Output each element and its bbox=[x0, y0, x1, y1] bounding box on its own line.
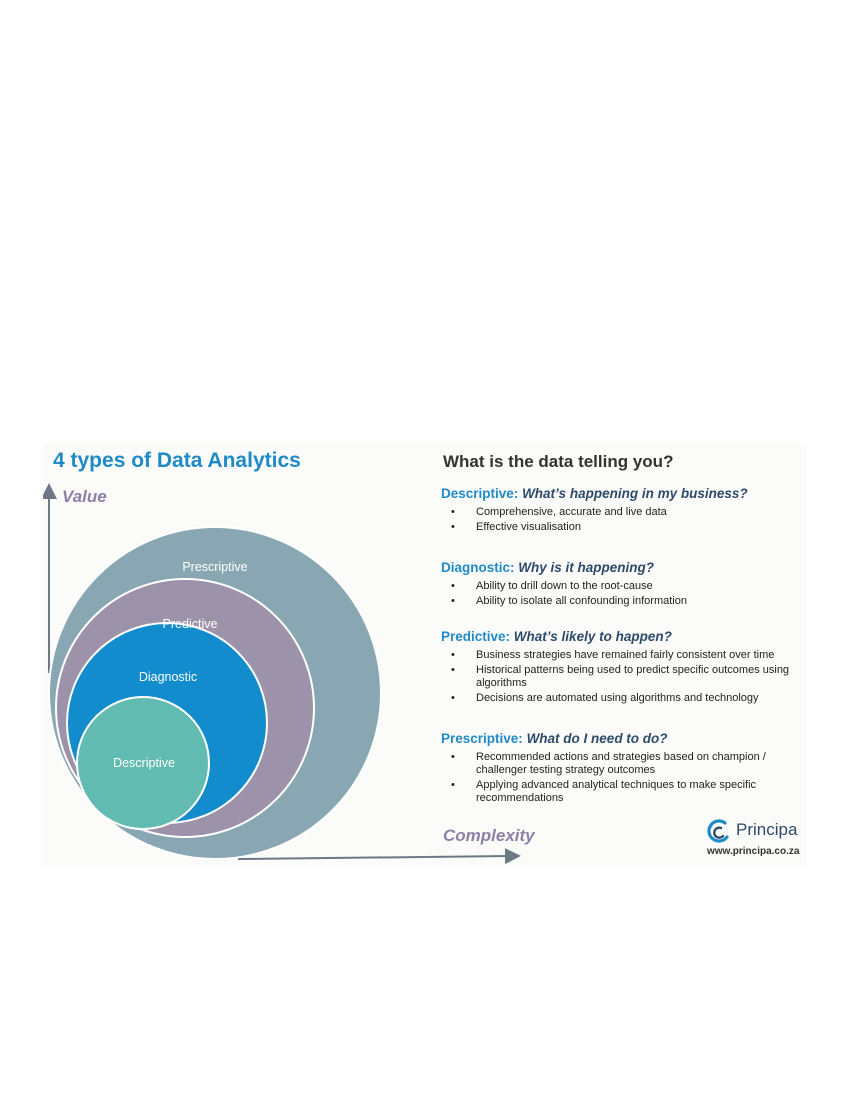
list-item: Applying advanced analytical techniques … bbox=[441, 779, 801, 805]
section-question: What do I need to do? bbox=[526, 731, 668, 746]
bullet-list: Ability to drill down to the root-cause … bbox=[441, 580, 801, 608]
section-question: Why is it happening? bbox=[518, 560, 655, 575]
list-item: Ability to drill down to the root-cause bbox=[441, 580, 801, 593]
list-item: Comprehensive, accurate and live data bbox=[441, 506, 801, 519]
list-item: Effective visualisation bbox=[441, 521, 801, 534]
section-question: What’s likely to happen? bbox=[513, 629, 672, 644]
value-axis-label: Value bbox=[62, 487, 107, 506]
complexity-axis-arrow bbox=[237, 848, 521, 865]
circle-label-prescriptive: Prescriptive bbox=[182, 560, 247, 574]
list-item: Ability to isolate all confounding infor… bbox=[441, 595, 801, 608]
section-name: Diagnostic: bbox=[441, 560, 515, 575]
bullet-list: Comprehensive, accurate and live data Ef… bbox=[441, 506, 801, 534]
section-name: Descriptive: bbox=[441, 486, 519, 501]
principa-logo: Principa www.principa.co.za bbox=[707, 819, 803, 861]
list-item: Historical patterns being used to predic… bbox=[441, 664, 801, 690]
list-item: Recommended actions and strategies based… bbox=[441, 751, 801, 777]
section-heading: Descriptive: What’s happening in my busi… bbox=[441, 486, 801, 501]
logo-name: Principa bbox=[736, 820, 798, 839]
section-question: What’s happening in my business? bbox=[522, 486, 748, 501]
section-name: Predictive: bbox=[441, 629, 511, 644]
logo-url: www.principa.co.za bbox=[707, 846, 800, 857]
circle-label-descriptive: Descriptive bbox=[113, 756, 175, 770]
bullet-list: Business strategies have remained fairly… bbox=[441, 649, 801, 705]
complexity-axis-label: Complexity bbox=[443, 826, 535, 845]
section-predictive: Predictive: What’s likely to happen? Bus… bbox=[441, 629, 801, 707]
section-heading: Prescriptive: What do I need to do? bbox=[441, 731, 801, 746]
circle-label-diagnostic: Diagnostic bbox=[139, 670, 197, 684]
section-diagnostic: Diagnostic: Why is it happening? Ability… bbox=[441, 560, 801, 610]
section-descriptive: Descriptive: What’s happening in my busi… bbox=[441, 486, 801, 536]
analytics-slide: 4 types of Data Analytics Prescriptive P… bbox=[43, 443, 807, 867]
bullet-list: Recommended actions and strategies based… bbox=[441, 751, 801, 805]
principa-swirl-icon bbox=[707, 819, 729, 843]
right-title: What is the data telling you? bbox=[443, 452, 674, 471]
section-name: Prescriptive: bbox=[441, 731, 523, 746]
circle-label-predictive: Predictive bbox=[163, 617, 218, 631]
section-heading: Diagnostic: Why is it happening? bbox=[441, 560, 801, 575]
section-heading: Predictive: What’s likely to happen? bbox=[441, 629, 801, 644]
section-prescriptive: Prescriptive: What do I need to do? Reco… bbox=[441, 731, 801, 807]
list-item: Decisions are automated using algorithms… bbox=[441, 692, 801, 705]
list-item: Business strategies have remained fairly… bbox=[441, 649, 801, 662]
